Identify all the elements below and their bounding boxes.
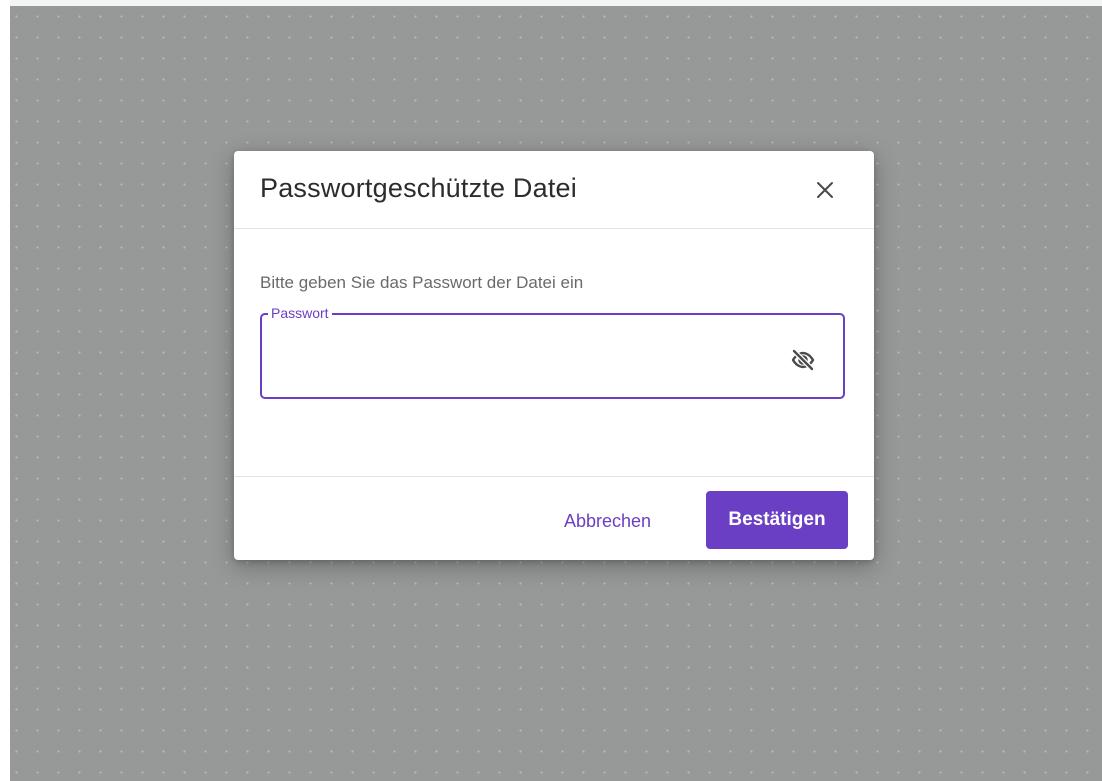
dialog-title: Passwortgeschützte Datei: [260, 173, 577, 203]
close-button[interactable]: [808, 173, 842, 207]
password-dialog: Passwortgeschützte Datei Bitte geben Sie…: [234, 151, 874, 560]
cancel-button[interactable]: Abbrechen: [556, 499, 659, 543]
password-field-label: Passwort: [268, 304, 332, 322]
eye-off-icon: [791, 348, 815, 372]
close-icon: [817, 182, 833, 198]
dialog-header: Passwortgeschützte Datei: [234, 151, 874, 229]
password-field[interactable]: Passwort: [260, 304, 845, 399]
password-input[interactable]: [276, 343, 780, 373]
toggle-password-visibility-button[interactable]: [786, 343, 820, 377]
instruction-text: Bitte geben Sie das Passwort der Datei e…: [260, 273, 584, 292]
window-top-edge: [0, 0, 1102, 6]
confirm-button[interactable]: Bestätigen: [706, 491, 848, 549]
window-left-edge: [0, 0, 10, 781]
dialog-footer: Abbrechen Bestätigen: [234, 476, 874, 561]
